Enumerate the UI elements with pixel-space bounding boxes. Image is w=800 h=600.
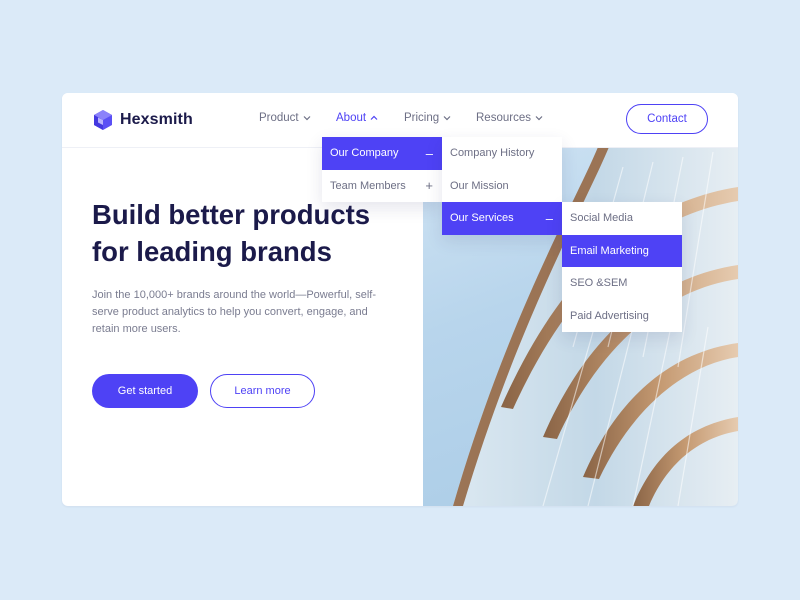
menu-item-label: Our Services	[450, 212, 514, 225]
menu-item-label: Our Mission	[450, 179, 509, 192]
get-started-button[interactable]: Get started	[92, 374, 198, 408]
hexsmith-logo-icon	[94, 110, 112, 130]
headline-line-2: for leading brands	[92, 236, 332, 267]
hero-headline: Build better products for leading brands	[92, 196, 412, 270]
plus-icon: +	[425, 178, 433, 194]
menu-item-label: Team Members	[330, 179, 406, 192]
chevron-down-icon	[535, 116, 543, 121]
menu-item-our-company[interactable]: Our Company –	[322, 137, 442, 170]
menu-item-company-history[interactable]: Company History	[442, 137, 562, 170]
minus-icon: –	[425, 145, 433, 161]
logo[interactable]: Hexsmith	[92, 109, 193, 131]
nav-item-pricing[interactable]: Pricing	[404, 112, 451, 124]
learn-more-button[interactable]: Learn more	[210, 374, 315, 408]
contact-button[interactable]: Contact	[626, 104, 708, 134]
menu-item-label: Email Marketing	[570, 244, 649, 257]
nav-item-label: About	[336, 112, 367, 124]
menu-item-label: SEO &SEM	[570, 277, 628, 290]
company-submenu: Company History Our Mission Our Services…	[442, 137, 562, 235]
menu-item-our-mission[interactable]: Our Mission	[442, 170, 562, 203]
nav-item-resources[interactable]: Resources	[476, 112, 543, 124]
chevron-down-icon	[303, 116, 311, 121]
menu-item-label: Social Media	[570, 212, 633, 225]
menu-item-our-services[interactable]: Our Services –	[442, 202, 562, 235]
menu-item-email-marketing[interactable]: Email Marketing	[562, 234, 682, 267]
nav-item-label: Pricing	[404, 112, 440, 124]
menu-item-label: Our Company	[330, 147, 399, 160]
menu-item-label: Paid Advertising	[570, 309, 649, 322]
services-submenu: Social Media Email Marketing SEO &SEM Pa…	[562, 202, 682, 332]
menu-item-paid-advertising[interactable]: Paid Advertising	[562, 300, 682, 333]
chevron-up-icon	[370, 115, 378, 120]
menu-item-seo-sem[interactable]: SEO &SEM	[562, 267, 682, 300]
nav-item-about[interactable]: About	[336, 112, 378, 124]
brand-name: Hexsmith	[120, 111, 193, 128]
menu-item-team-members[interactable]: Team Members +	[322, 170, 442, 203]
menu-item-social-media[interactable]: Social Media	[562, 202, 682, 235]
nav-item-product[interactable]: Product	[259, 112, 311, 124]
hero-subtitle: Join the 10,000+ brands around the world…	[92, 289, 377, 335]
minus-icon: –	[545, 210, 553, 226]
about-dropdown-menu: Our Company – Team Members +	[322, 137, 442, 202]
nav-item-label: Product	[259, 112, 299, 124]
menu-item-label: Company History	[450, 147, 535, 160]
nav-item-label: Resources	[476, 112, 531, 124]
chevron-down-icon	[443, 116, 451, 121]
